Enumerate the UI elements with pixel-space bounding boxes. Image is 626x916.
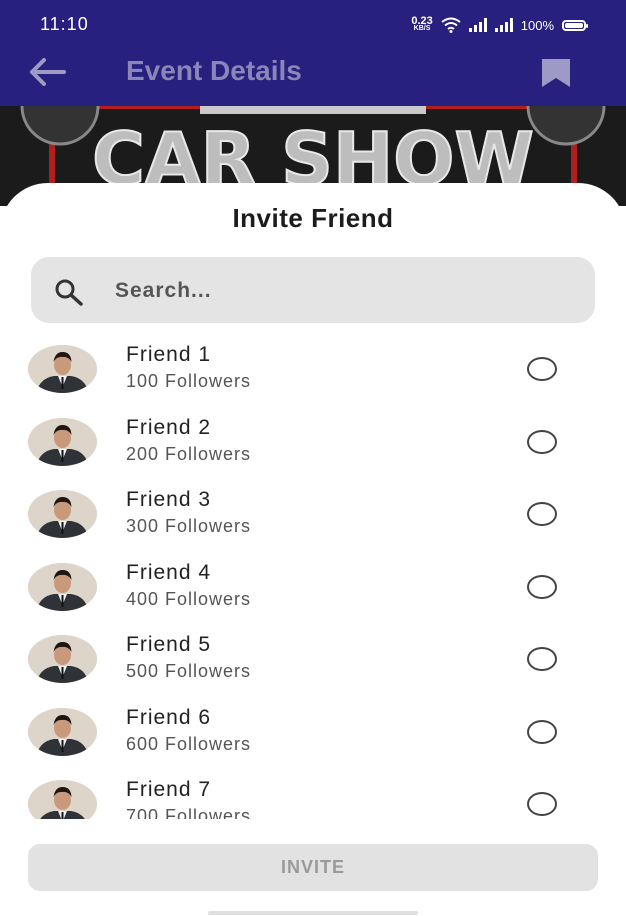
list-item[interactable]: Friend 7 700 Followers: [0, 770, 626, 819]
avatar: [28, 707, 97, 756]
friend-name: Friend 2: [126, 415, 212, 439]
select-radio[interactable]: [527, 792, 557, 816]
list-item[interactable]: Friend 3 300 Followers: [0, 480, 626, 552]
list-item[interactable]: Friend 4 400 Followers: [0, 553, 626, 625]
list-item[interactable]: Friend 6 600 Followers: [0, 698, 626, 770]
list-item[interactable]: Friend 5 500 Followers: [0, 625, 626, 697]
avatar: [28, 780, 97, 819]
friend-followers: 300 Followers: [126, 516, 252, 536]
search-bar[interactable]: [31, 257, 595, 323]
status-bar: 11:10 0.23 KB/S 100%: [0, 0, 626, 50]
battery-icon: [562, 19, 588, 31]
wifi-icon: [441, 17, 461, 33]
select-radio[interactable]: [527, 502, 557, 526]
friend-name: Friend 3: [126, 488, 212, 511]
network-speed-value: 0.23: [411, 15, 433, 27]
status-time: 11:10: [40, 14, 89, 34]
network-speed-unit: KB/S: [413, 25, 431, 32]
friend-name: Friend 1: [126, 343, 212, 366]
network-speed: 0.23 KB/S: [411, 15, 433, 33]
friend-followers: 700 Followers: [126, 806, 252, 819]
avatar: [28, 417, 97, 466]
app-bar: 11:10 0.23 KB/S 100% Event Details: [0, 0, 626, 106]
friend-name: Friend 7: [126, 778, 212, 801]
battery-percent: 100%: [520, 17, 554, 33]
bookmark-icon[interactable]: [540, 58, 572, 88]
invite-friend-sheet: Invite Friend Friend 1100 FollowersFrien…: [0, 183, 626, 916]
friend-followers: 500 Followers: [126, 661, 252, 681]
friend-name: Friend 5: [126, 633, 212, 656]
friend-followers: 100 Followers: [126, 371, 252, 391]
avatar: [28, 490, 97, 538]
home-indicator: [208, 911, 418, 915]
friend-name: Friend 6: [126, 705, 212, 729]
friend-name: Friend 4: [126, 560, 212, 584]
friend-followers: 600 Followers: [126, 733, 252, 754]
status-icons: 0.23 KB/S 100%: [411, 14, 588, 36]
avatar: [28, 345, 97, 393]
list-item[interactable]: Friend 1 100 Followers: [0, 335, 626, 407]
select-radio[interactable]: [527, 357, 557, 381]
arrow-left-icon[interactable]: [28, 56, 68, 88]
list-item[interactable]: Friend 2 200 Followers: [0, 408, 626, 480]
search-icon: [55, 279, 83, 306]
signal-icon-2: [494, 18, 513, 32]
search-input[interactable]: [113, 271, 557, 311]
select-radio[interactable]: [527, 647, 557, 671]
friend-followers: 400 Followers: [126, 588, 252, 609]
avatar: [28, 562, 97, 611]
friend-followers: 200 Followers: [126, 443, 252, 464]
page-title: Event Details: [126, 55, 302, 86]
signal-icon: [468, 18, 487, 32]
select-radio[interactable]: [527, 719, 557, 744]
sheet-title: Invite Friend: [232, 203, 394, 233]
select-radio[interactable]: [527, 574, 557, 599]
avatar: [28, 635, 97, 683]
select-radio[interactable]: [527, 429, 557, 454]
invite-button[interactable]: INVITE: [28, 844, 598, 891]
friend-list: Friend 1 100 Followers Friend 2 200 Followe…: [0, 335, 626, 819]
